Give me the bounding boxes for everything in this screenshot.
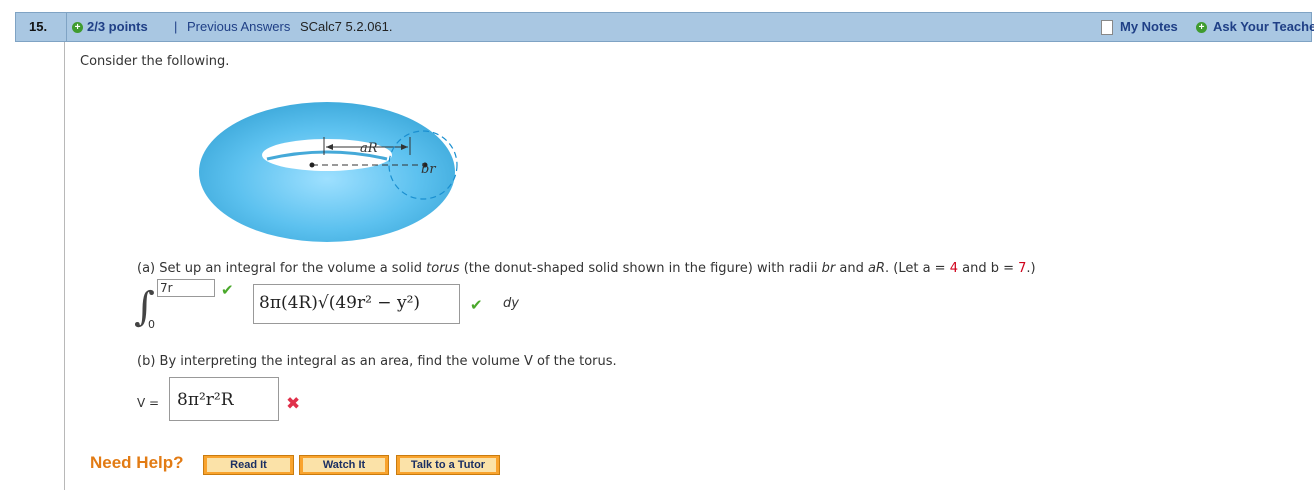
v-label: V = [137,396,160,410]
question-number: 15. [16,13,67,41]
read-it-button[interactable]: Read It [203,455,294,475]
need-help-label: Need Help? [90,453,184,472]
a-value: 4 [949,261,958,276]
problem-id: SCalc7 5.2.061. [300,19,393,34]
talk-to-tutor-label: Talk to a Tutor [400,458,496,472]
talk-to-tutor-button[interactable]: Talk to a Tutor [396,455,500,475]
figure-label-aR: aR [360,141,378,156]
intro-text: Consider the following. [80,54,230,69]
ask-teacher-link[interactable]: Ask Your Teacher [1213,13,1314,41]
part-a-text-3: and [835,261,868,276]
part-a-text-4: . (Let a = [885,261,950,276]
integrand-input[interactable]: 8π(4R)√(49r² − y²) [253,284,460,324]
content-divider [64,42,65,490]
volume-input[interactable]: 8π²r²R [169,377,279,421]
part-a-aR: aR [868,261,885,276]
part-a-text-6: .) [1026,261,1036,276]
watch-it-label: Watch It [303,458,385,472]
part-b-prompt: (b) By interpreting the integral as an a… [137,354,617,369]
differential: dy [503,296,519,311]
points-link[interactable]: 2/3 points [87,13,148,41]
notes-icon[interactable] [1101,20,1113,35]
volume-value: 8π²r²R [177,390,234,410]
upper-limit-check-icon: ✔ [221,281,234,299]
header-separator: | [174,19,178,34]
integrand-value: 8π(4R)√(49r² − y²) [259,293,421,313]
my-notes-link[interactable]: My Notes [1120,13,1178,41]
part-a-prompt: (a) Set up an integral for the volume a … [137,261,1036,276]
integrand-check-icon: ✔ [470,296,483,314]
part-a-text-1: (a) Set up an integral for the volume a … [137,261,427,276]
volume-incorrect-icon: ✖ [286,394,301,414]
read-it-label: Read It [207,458,290,472]
question-header: 15. + 2/3 points | Previous Answers SCal… [15,12,1314,42]
figure-label-br: br [421,162,436,177]
ask-teacher-plus-icon[interactable]: + [1196,22,1207,33]
watch-it-button[interactable]: Watch It [299,455,389,475]
part-a-br: br [821,261,836,276]
part-a-text-2: (the donut-shaped solid shown in the fig… [459,261,822,276]
torus-figure: aR br [199,102,458,242]
lower-limit: 0 [148,318,155,331]
expand-plus-icon[interactable]: + [72,22,83,33]
previous-answers-link[interactable]: Previous Answers [187,13,290,41]
upper-limit-input[interactable]: 7r [157,279,215,297]
part-a-text-5: and b = [957,261,1019,276]
part-a-torus: torus [426,261,460,276]
